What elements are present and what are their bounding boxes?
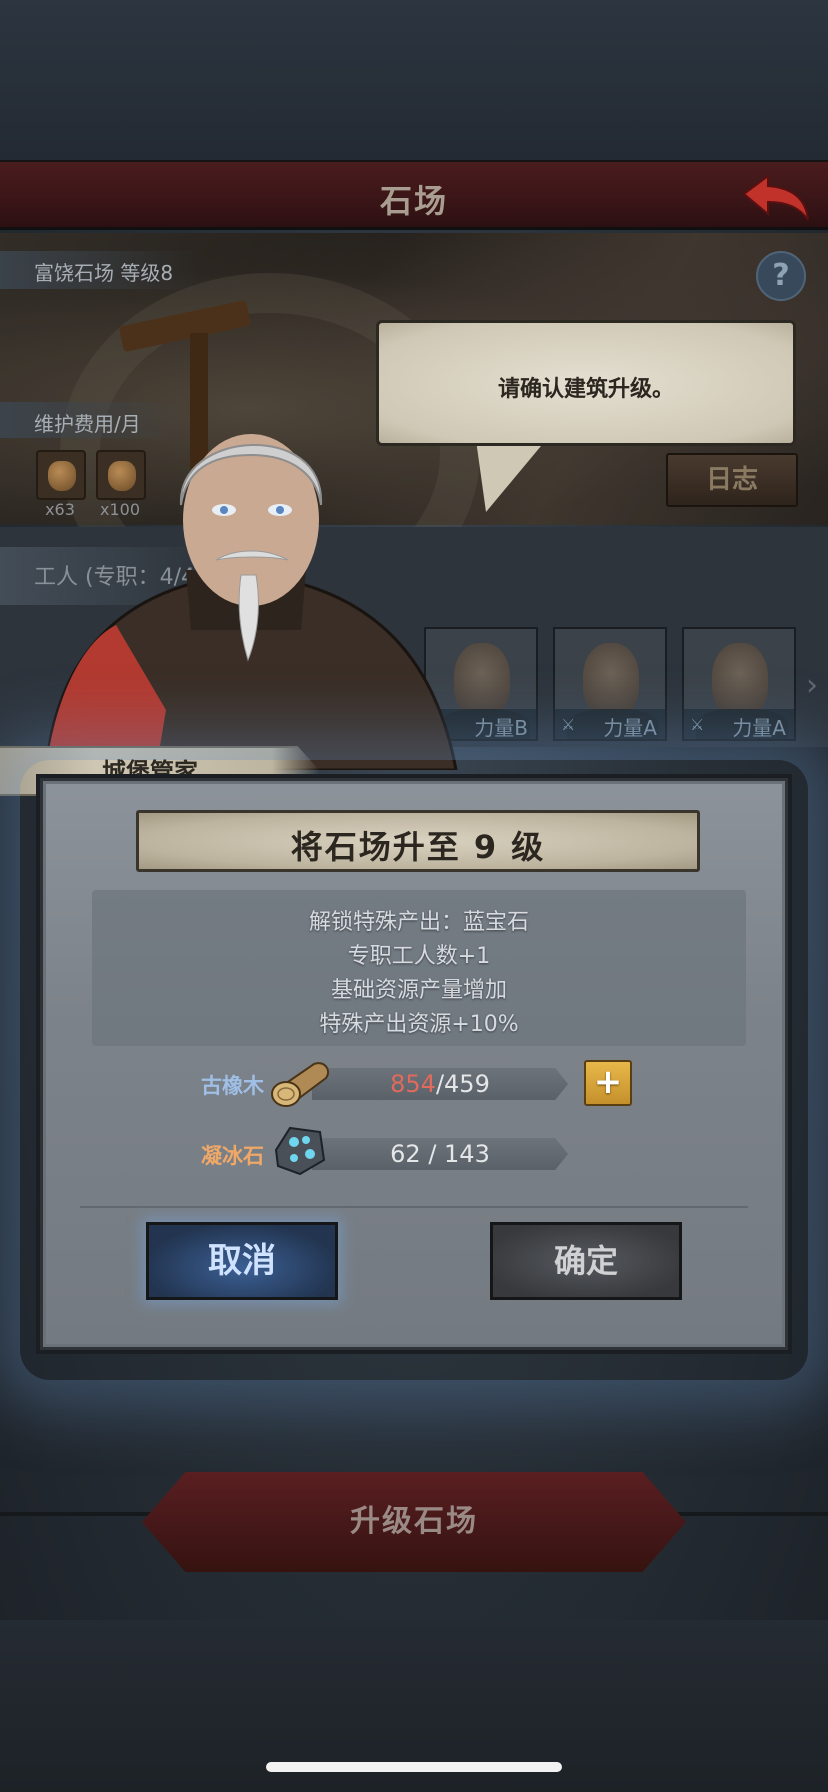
resource-need: / 143	[420, 1140, 490, 1168]
cancel-button[interactable]: 取消	[146, 1222, 338, 1300]
chevron-right-icon[interactable]: ›	[806, 668, 826, 708]
dialog-title: 将石场升至 9 级	[290, 828, 546, 866]
resource-amount: 854/459	[312, 1070, 568, 1098]
benefit-line: 专职工人数+1	[347, 944, 491, 969]
help-icon[interactable]: ?	[756, 251, 806, 301]
confirm-button[interactable]: 确定	[490, 1222, 682, 1300]
top-strip	[0, 0, 828, 160]
steward-portrait	[44, 434, 458, 770]
home-indicator[interactable]	[266, 1762, 562, 1772]
building-level-label: 富饶石场 等级8	[0, 251, 200, 289]
worker-card[interactable]: 力量A ⚔	[682, 627, 796, 741]
worker-card[interactable]: 力量A ⚔	[553, 627, 667, 741]
resource-name: 古橡木	[201, 1074, 264, 1098]
worker-portrait	[712, 643, 768, 717]
resource-amount: 62 / 143	[312, 1140, 568, 1168]
speech-bubble-tail	[476, 440, 546, 512]
resource-need: /459	[435, 1070, 490, 1098]
screen: 石场 富饶石场 等级8 ? 维护费用/月 x63 x100 请确认建筑升级。 日…	[0, 0, 828, 1792]
dialog-divider	[80, 1206, 748, 1208]
resource-have: 854	[390, 1070, 436, 1098]
resource-name: 凝冰石	[201, 1144, 264, 1168]
benefit-line: 特殊产出资源+10%	[319, 1012, 519, 1037]
worker-portrait	[583, 643, 639, 717]
sword-icon: ⚔	[561, 715, 576, 734]
page-title: 石场	[379, 182, 448, 220]
sword-icon: ⚔	[690, 715, 705, 734]
speech-text: 请确认建筑升级。	[497, 377, 674, 402]
back-arrow-icon[interactable]	[738, 170, 814, 224]
benefit-line: 基础资源产量增加	[330, 978, 507, 1003]
add-resource-button[interactable]: +	[584, 1060, 632, 1106]
benefit-line: 解锁特殊产出：蓝宝石	[308, 910, 529, 935]
upgrade-quarry-button[interactable]: 升级石场	[142, 1472, 686, 1572]
log-button[interactable]: 日志	[666, 453, 798, 507]
header-bar: 石场	[0, 160, 828, 230]
resource-have: 62	[390, 1140, 421, 1168]
